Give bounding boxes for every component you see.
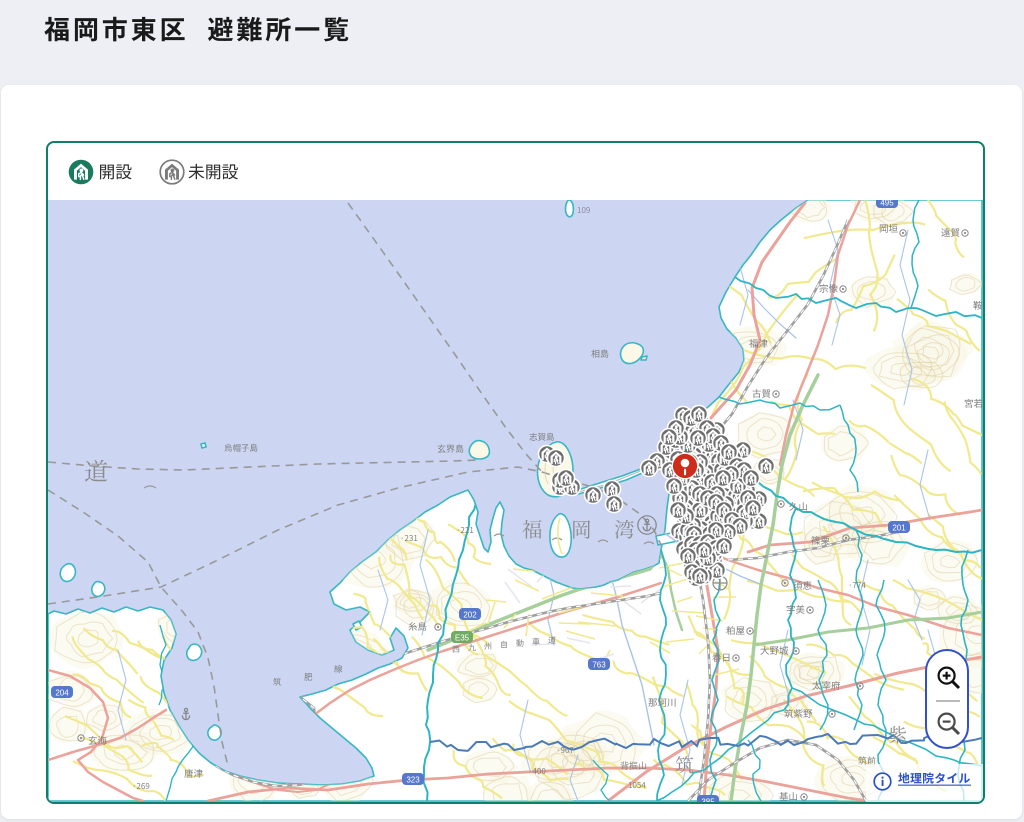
svg-text:202: 202	[463, 610, 477, 619]
svg-text:323: 323	[406, 775, 420, 784]
svg-text:201: 201	[892, 523, 906, 532]
svg-text:763: 763	[592, 660, 606, 669]
svg-text:204: 204	[55, 688, 69, 697]
svg-text:E35: E35	[455, 633, 470, 642]
svg-text:385: 385	[701, 797, 715, 802]
svg-text:495: 495	[880, 200, 894, 207]
